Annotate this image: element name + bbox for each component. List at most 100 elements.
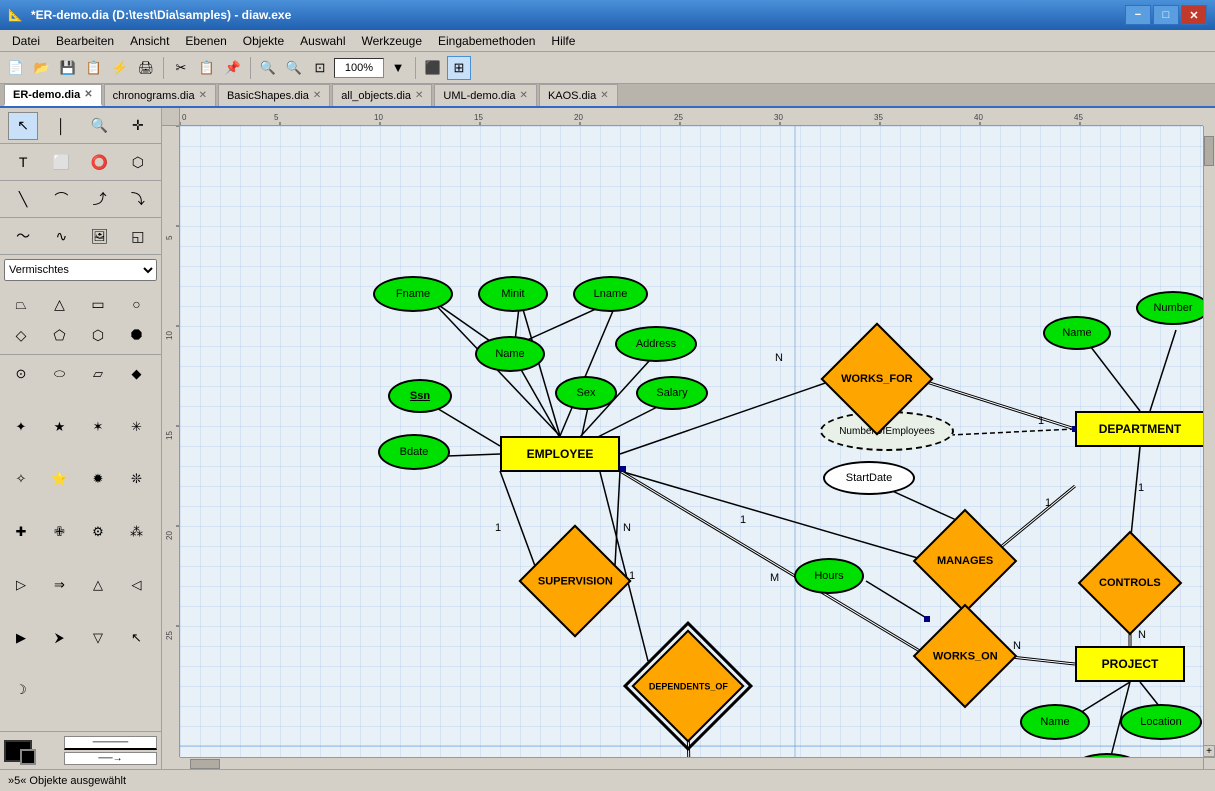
entity-department[interactable]: DEPARTMENT: [1075, 411, 1203, 447]
tab-all-objects[interactable]: all_objects.dia ✕: [332, 84, 432, 106]
shape-6star[interactable]: ✶: [81, 412, 115, 442]
line-tool[interactable]: ╲: [8, 185, 38, 213]
tab-uml-demo[interactable]: UML-demo.dia ✕: [434, 84, 537, 106]
open-button[interactable]: 📂: [30, 56, 54, 80]
grid-button[interactable]: ⊞: [447, 56, 471, 80]
attr-name-dept[interactable]: Name: [1043, 316, 1111, 350]
attr-name-emp[interactable]: Name: [475, 336, 545, 372]
zoom-in-button[interactable]: 🔍: [256, 56, 280, 80]
zoom-input[interactable]: [334, 58, 384, 78]
text-tool[interactable]: T: [8, 148, 38, 176]
menu-werkzeuge[interactable]: Werkzeuge: [354, 32, 430, 50]
rel-supervision[interactable]: SUPERVISION: [518, 524, 631, 637]
bezier-tool[interactable]: ∿: [46, 222, 76, 250]
shape-arr-upleft[interactable]: ↖: [120, 623, 154, 653]
shape-arr-down[interactable]: ▽: [81, 623, 115, 653]
add-canvas-button[interactable]: +: [1203, 745, 1215, 757]
tab-kaos-close[interactable]: ✕: [600, 90, 608, 101]
canvas-scroll[interactable]: N 1 1: [180, 126, 1203, 757]
shape-trapezoid[interactable]: ⏢: [4, 289, 38, 319]
category-select[interactable]: Vermischtes: [4, 259, 157, 281]
special-button[interactable]: ⚡: [108, 56, 132, 80]
shape-moon[interactable]: ☽: [4, 675, 38, 705]
box-tool[interactable]: ⬜: [46, 148, 76, 176]
cut-button[interactable]: ✂: [169, 56, 193, 80]
shape-6star2[interactable]: ✹: [81, 464, 115, 494]
bg-color-swatch[interactable]: [20, 749, 36, 765]
select-tool[interactable]: ↖: [8, 112, 38, 140]
menu-bearbeiten[interactable]: Bearbeiten: [48, 32, 122, 50]
attr-hours[interactable]: Hours: [794, 558, 864, 594]
fit-button[interactable]: ⊡: [308, 56, 332, 80]
polyline-tool[interactable]: ⤵: [123, 185, 153, 213]
shape-arr-left[interactable]: ◁: [120, 570, 154, 600]
attr-salary[interactable]: Salary: [636, 376, 708, 410]
tab-basicshapes-close[interactable]: ✕: [313, 90, 321, 101]
shape-triangle[interactable]: △: [43, 289, 77, 319]
arc-tool[interactable]: ⌒: [46, 185, 76, 213]
freehand-tool[interactable]: 〜: [8, 222, 38, 250]
zoom-out-button[interactable]: 🔍: [282, 56, 306, 80]
menu-ansicht[interactable]: Ansicht: [122, 32, 177, 50]
menu-datei[interactable]: Datei: [4, 32, 48, 50]
shape-rect[interactable]: ▭: [81, 289, 115, 319]
tab-all-objects-close[interactable]: ✕: [415, 90, 423, 101]
shape-pentagon[interactable]: ⬠: [43, 320, 77, 350]
save-button[interactable]: 💾: [56, 56, 80, 80]
print-button[interactable]: 🖨: [134, 56, 158, 80]
shape-arr-up[interactable]: △: [81, 570, 115, 600]
outline-tool[interactable]: ◱: [123, 222, 153, 250]
shape-octagon[interactable]: ⯃: [120, 320, 154, 350]
menu-ebenen[interactable]: Ebenen: [177, 32, 234, 50]
shape-diamond[interactable]: ◇: [4, 320, 38, 350]
rel-controls[interactable]: CONTROLS: [1078, 531, 1183, 636]
menu-hilfe[interactable]: Hilfe: [543, 32, 583, 50]
attr-location-proj[interactable]: Location: [1120, 704, 1202, 740]
attr-address[interactable]: Address: [615, 326, 697, 362]
shape-arr-right[interactable]: ▷: [4, 570, 38, 600]
line-style-arrow[interactable]: ──→: [64, 752, 157, 765]
paste-button[interactable]: 📌: [221, 56, 245, 80]
shape-4star[interactable]: ✦: [4, 412, 38, 442]
shape-parallelogram[interactable]: ▱: [81, 359, 115, 389]
tab-er-demo-close[interactable]: ✕: [84, 89, 92, 100]
attr-sex[interactable]: Sex: [555, 376, 617, 410]
shape-gear[interactable]: ⚙: [81, 517, 115, 547]
shape-cross2[interactable]: ✙: [43, 517, 77, 547]
scrollbar-vertical[interactable]: [1203, 126, 1215, 757]
shape-hexagon[interactable]: ⬡: [81, 320, 115, 350]
tab-basicshapes[interactable]: BasicShapes.dia ✕: [218, 84, 330, 106]
shape-arr-double[interactable]: ⇒: [43, 570, 77, 600]
menu-objekte[interactable]: Objekte: [235, 32, 292, 50]
text-cursor-tool[interactable]: │: [46, 112, 76, 140]
attr-lname[interactable]: Lname: [573, 276, 648, 312]
zoom-dropdown[interactable]: ▼: [386, 56, 410, 80]
maximize-button[interactable]: □: [1153, 5, 1179, 25]
shape-circ2[interactable]: ⊙: [4, 359, 38, 389]
zoom-tool[interactable]: 🔍: [85, 112, 115, 140]
image-tool[interactable]: 🖼: [85, 222, 115, 250]
attr-ssn[interactable]: Ssn: [388, 379, 452, 413]
entity-employee[interactable]: EMPLOYEE: [500, 436, 620, 472]
polygon-tool[interactable]: ⬡: [123, 148, 153, 176]
rel-manages[interactable]: MANAGES: [913, 509, 1018, 614]
shape-oval[interactable]: ⬭: [43, 359, 77, 389]
attr-startdate[interactable]: StartDate: [823, 461, 915, 495]
snap-button[interactable]: ⬛: [421, 56, 445, 80]
attr-minit[interactable]: Minit: [478, 276, 548, 312]
entity-project[interactable]: PROJECT: [1075, 646, 1185, 682]
move-tool[interactable]: ✛: [123, 112, 153, 140]
tab-chronograms[interactable]: chronograms.dia ✕: [104, 84, 216, 106]
shape-5star[interactable]: ★: [43, 412, 77, 442]
tab-chronograms-close[interactable]: ✕: [199, 90, 207, 101]
tab-er-demo[interactable]: ER-demo.dia ✕: [4, 84, 102, 106]
rel-dependents-of[interactable]: DEPENDENTS_OF: [631, 629, 744, 742]
shape-burst[interactable]: ❊: [120, 464, 154, 494]
shape-rhombus[interactable]: ◆: [120, 359, 154, 389]
attr-number-dept[interactable]: Number: [1136, 291, 1203, 325]
shape-burst2[interactable]: ⁂: [120, 517, 154, 547]
menu-auswahl[interactable]: Auswahl: [292, 32, 353, 50]
shape-4star2[interactable]: ✧: [4, 464, 38, 494]
attr-bdate[interactable]: Bdate: [378, 434, 450, 470]
new-button[interactable]: 📄: [4, 56, 28, 80]
